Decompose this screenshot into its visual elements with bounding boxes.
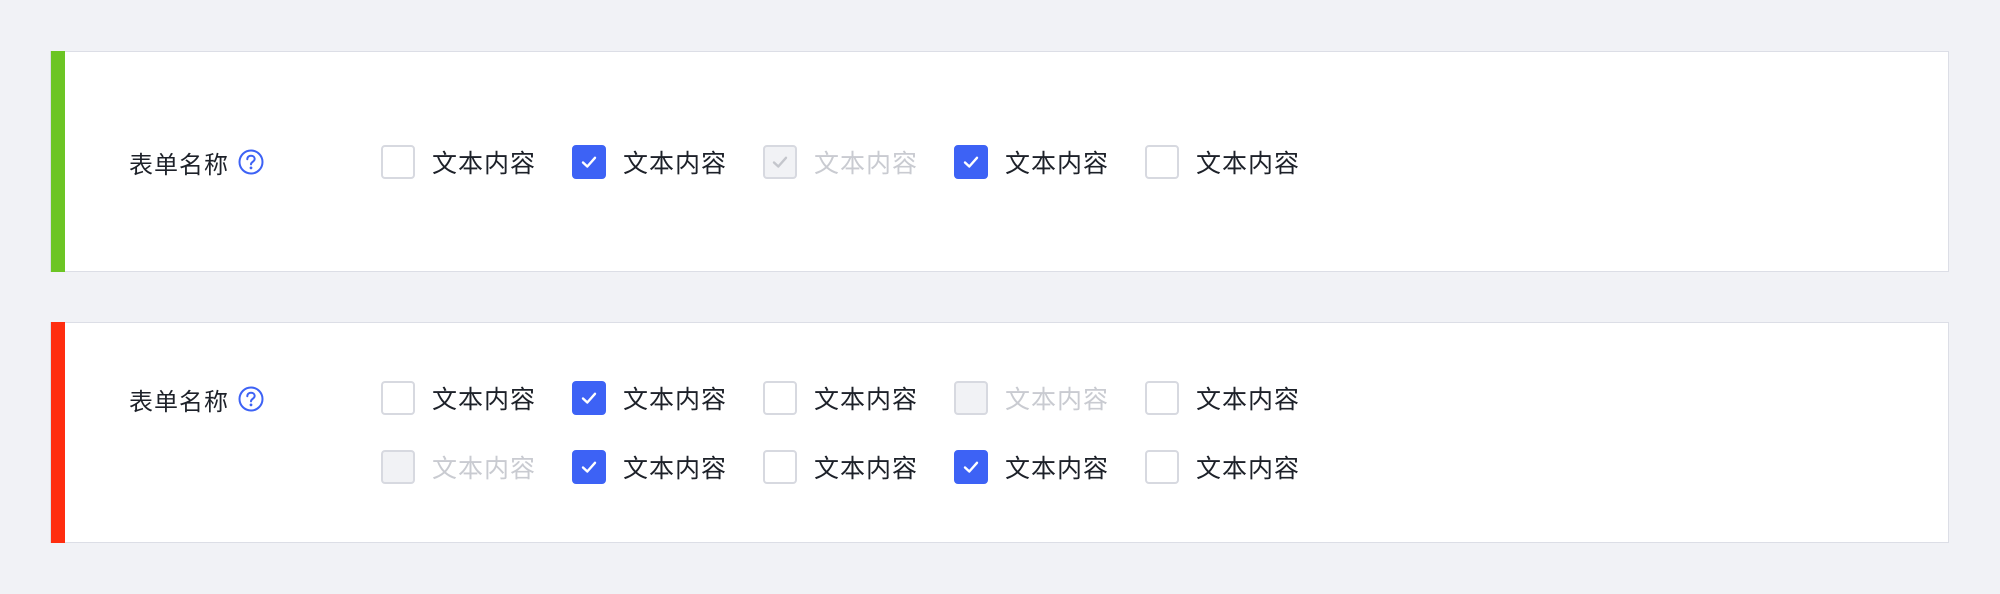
checkbox-unchecked[interactable] <box>381 381 415 415</box>
checkbox-unchecked[interactable] <box>1145 381 1179 415</box>
checkbox-option[interactable]: 文本内容 <box>763 450 918 484</box>
checkbox-option[interactable]: 文本内容 <box>954 450 1109 484</box>
form-label: 表单名称 <box>129 382 264 416</box>
checkbox-unchecked <box>381 450 415 484</box>
checkbox-label: 文本内容 <box>623 385 728 414</box>
checkbox-checked[interactable] <box>572 450 606 484</box>
form-label-text: 表单名称 <box>129 150 229 179</box>
checkbox-checked[interactable] <box>572 145 606 179</box>
checkbox-label: 文本内容 <box>1196 385 1301 414</box>
checkbox-unchecked[interactable] <box>763 450 797 484</box>
checkbox-unchecked[interactable] <box>763 381 797 415</box>
question-circle-icon[interactable] <box>238 386 264 412</box>
checkbox-label: 文本内容 <box>1196 454 1301 483</box>
check-icon <box>581 156 597 168</box>
checkbox-label: 文本内容 <box>623 149 728 178</box>
checkbox-option[interactable]: 文本内容 <box>1145 381 1300 415</box>
checkbox-option: 文本内容 <box>381 450 536 484</box>
checkbox-label: 文本内容 <box>814 385 919 414</box>
checkbox-unchecked[interactable] <box>1145 145 1179 179</box>
form-group-panel-1: 表单名称 文本内容 文本内容 文本内容 文本内容 文本内容 <box>50 51 1949 272</box>
checkbox-option: 文本内容 <box>763 145 918 179</box>
checkbox-label: 文本内容 <box>1196 149 1301 178</box>
error-accent-bar <box>51 322 65 543</box>
checkbox-option: 文本内容 <box>954 381 1109 415</box>
check-icon <box>963 156 979 168</box>
checkbox-label: 文本内容 <box>432 454 537 483</box>
checkbox-option[interactable]: 文本内容 <box>763 381 918 415</box>
checkbox-option[interactable]: 文本内容 <box>381 145 536 179</box>
checkbox-option[interactable]: 文本内容 <box>1145 145 1300 179</box>
checkbox-option[interactable]: 文本内容 <box>572 450 727 484</box>
checkbox-unchecked[interactable] <box>381 145 415 179</box>
checkbox-label: 文本内容 <box>814 454 919 483</box>
form-label: 表单名称 <box>129 145 264 179</box>
checkbox-label: 文本内容 <box>814 149 919 178</box>
form-label-text: 表单名称 <box>129 387 229 416</box>
checkbox-option[interactable]: 文本内容 <box>381 381 536 415</box>
checkbox-unchecked <box>954 381 988 415</box>
form-group-panel-2: 表单名称 文本内容 文本内容 文本内容 文本内容 文本内容 文本内容 文本内容 文本内容 文本… <box>50 322 1949 543</box>
checkbox-option[interactable]: 文本内容 <box>954 145 1109 179</box>
check-icon <box>581 461 597 473</box>
checkbox-label: 文本内容 <box>623 454 728 483</box>
checkbox-checked[interactable] <box>572 381 606 415</box>
checkbox-label: 文本内容 <box>432 149 537 178</box>
checkbox-option[interactable]: 文本内容 <box>572 381 727 415</box>
checkbox-checked <box>763 145 797 179</box>
checkbox-label: 文本内容 <box>1005 385 1110 414</box>
checkbox-label: 文本内容 <box>432 385 537 414</box>
check-icon <box>772 156 788 168</box>
checkbox-option[interactable]: 文本内容 <box>1145 450 1300 484</box>
checkbox-option[interactable]: 文本内容 <box>572 145 727 179</box>
checkbox-label: 文本内容 <box>1005 454 1110 483</box>
checkbox-checked[interactable] <box>954 450 988 484</box>
check-icon <box>581 392 597 404</box>
success-accent-bar <box>51 51 65 272</box>
question-circle-icon[interactable] <box>238 149 264 175</box>
checkbox-checked[interactable] <box>954 145 988 179</box>
checkbox-label: 文本内容 <box>1005 149 1110 178</box>
checkbox-unchecked[interactable] <box>1145 450 1179 484</box>
check-icon <box>963 461 979 473</box>
